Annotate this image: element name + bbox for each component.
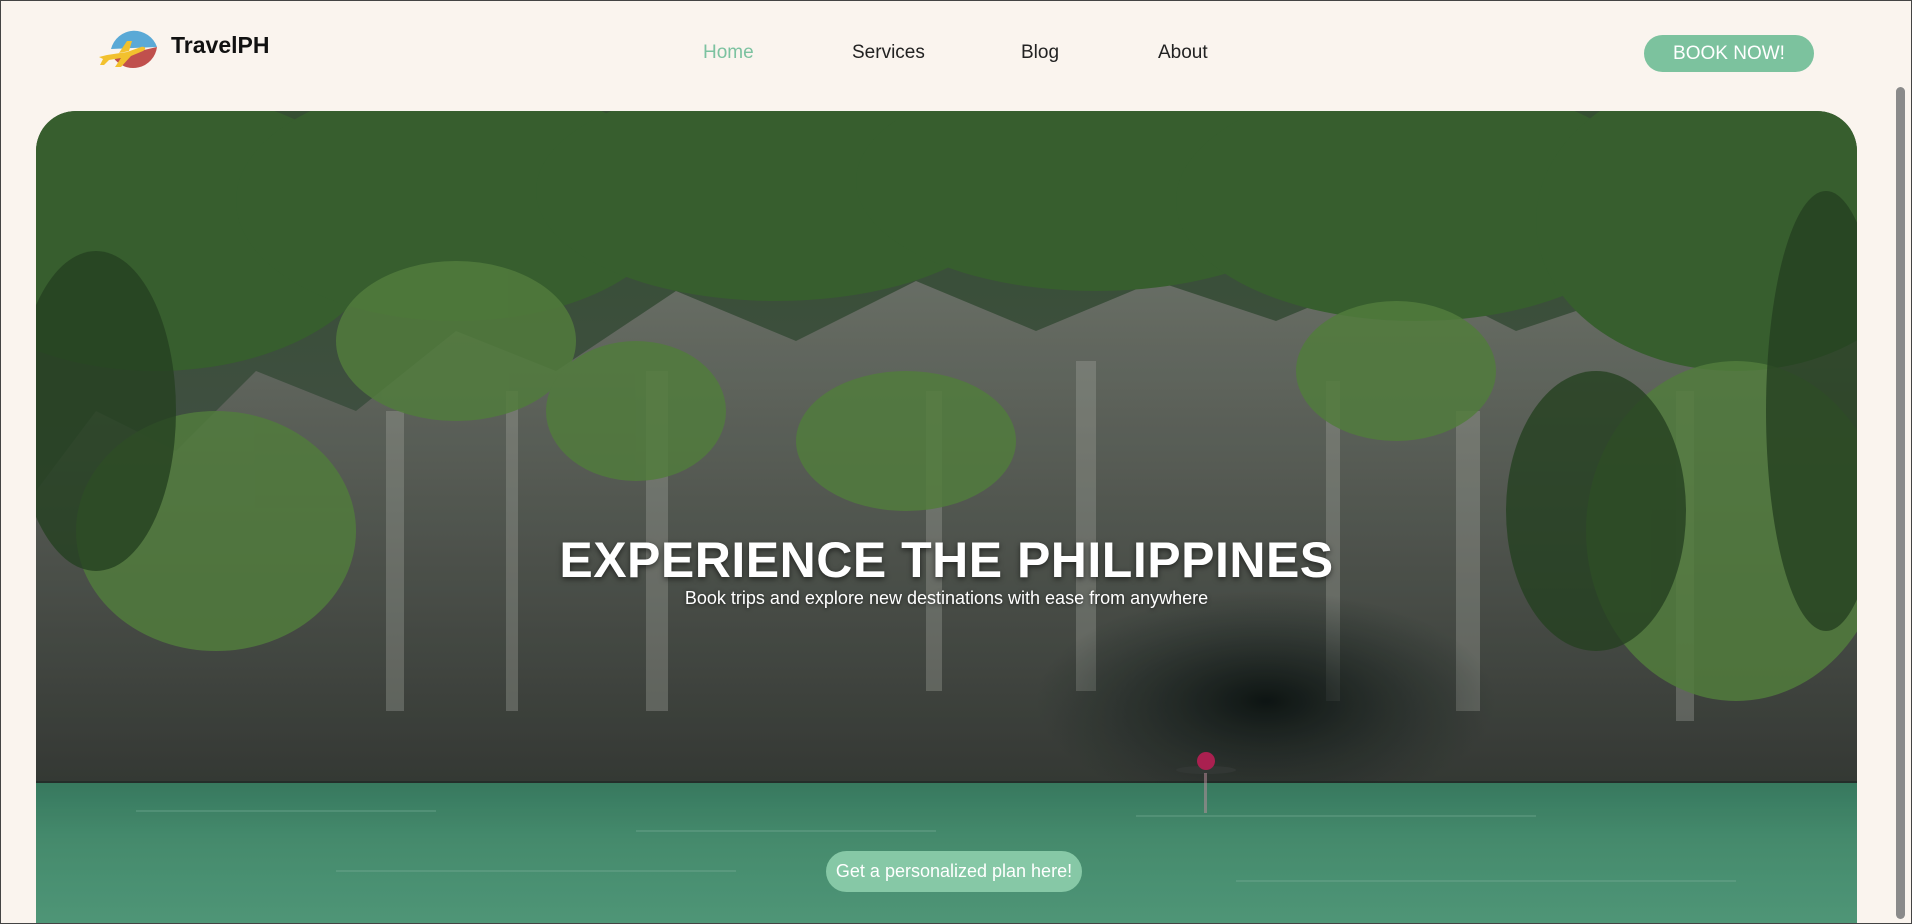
vertical-scrollbar[interactable]: [1891, 1, 1911, 923]
hero-title: EXPERIENCE THE PHILIPPINES: [559, 532, 1334, 588]
logo-airplane-icon[interactable]: [97, 27, 159, 77]
site-header: TravelPH Home Services Blog About BOOK N…: [1, 1, 1891, 109]
nav-item-home[interactable]: Home: [703, 42, 754, 64]
nav-item-services[interactable]: Services: [852, 42, 925, 64]
book-now-button[interactable]: BOOK NOW!: [1644, 35, 1814, 72]
nav-item-blog[interactable]: Blog: [1021, 42, 1059, 64]
brand-name[interactable]: TravelPH: [171, 32, 269, 59]
personalized-plan-button[interactable]: Get a personalized plan here!: [826, 851, 1082, 892]
hero-background-image: [36, 111, 1857, 923]
page: TravelPH Home Services Blog About BOOK N…: [0, 0, 1912, 924]
hero-subtitle: Book trips and explore new destinations …: [684, 588, 1209, 608]
hero-section: EXPERIENCE THE PHILIPPINES Book trips an…: [36, 111, 1857, 923]
scrollbar-thumb[interactable]: [1896, 87, 1905, 919]
nav-item-about[interactable]: About: [1158, 42, 1208, 64]
